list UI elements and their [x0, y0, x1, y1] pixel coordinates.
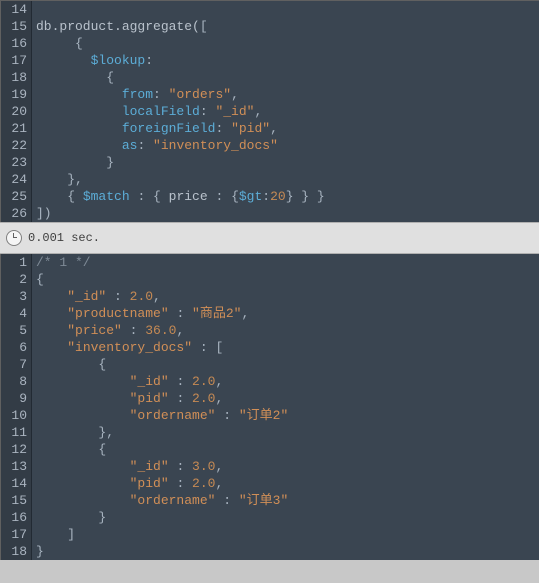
- line-number: 14: [5, 475, 27, 492]
- line-number: 18: [5, 69, 27, 86]
- clock-icon: [6, 230, 22, 246]
- code-line[interactable]: "price" : 36.0,: [36, 322, 539, 339]
- line-number: 14: [5, 1, 27, 18]
- code-line[interactable]: "_id" : 3.0,: [36, 458, 539, 475]
- code-line[interactable]: /* 1 */: [36, 254, 539, 271]
- line-number: 9: [5, 390, 27, 407]
- line-number: 20: [5, 103, 27, 120]
- code-line[interactable]: $lookup:: [36, 52, 539, 69]
- line-number: 13: [5, 458, 27, 475]
- line-gutter-upper: 14151617181920212223242526: [1, 1, 32, 222]
- code-line[interactable]: { $match : { price : {$gt:20} } }: [36, 188, 539, 205]
- code-line[interactable]: {: [36, 35, 539, 52]
- line-number: 17: [5, 526, 27, 543]
- line-number: 26: [5, 205, 27, 222]
- code-line[interactable]: "pid" : 2.0,: [36, 390, 539, 407]
- line-gutter-lower: 123456789101112131415161718: [1, 254, 32, 560]
- line-number: 12: [5, 441, 27, 458]
- code-line[interactable]: db.product.aggregate([: [36, 18, 539, 35]
- code-line[interactable]: "productname" : "商品2",: [36, 305, 539, 322]
- code-line[interactable]: ]: [36, 526, 539, 543]
- line-number: 8: [5, 373, 27, 390]
- code-line[interactable]: "_id" : 2.0,: [36, 373, 539, 390]
- code-line[interactable]: localField: "_id",: [36, 103, 539, 120]
- line-number: 4: [5, 305, 27, 322]
- line-number: 16: [5, 35, 27, 52]
- code-line[interactable]: {: [36, 69, 539, 86]
- line-number: 1: [5, 254, 27, 271]
- line-number: 25: [5, 188, 27, 205]
- line-number: 23: [5, 154, 27, 171]
- line-number: 5: [5, 322, 27, 339]
- line-number: 6: [5, 339, 27, 356]
- code-line[interactable]: "ordername" : "订单3": [36, 492, 539, 509]
- line-number: 24: [5, 171, 27, 188]
- code-lower[interactable]: /* 1 */{ "_id" : 2.0, "productname" : "商…: [32, 254, 539, 560]
- code-line[interactable]: "pid" : 2.0,: [36, 475, 539, 492]
- code-line[interactable]: {: [36, 356, 539, 373]
- code-line[interactable]: as: "inventory_docs": [36, 137, 539, 154]
- code-line[interactable]: from: "orders",: [36, 86, 539, 103]
- line-number: 22: [5, 137, 27, 154]
- code-line[interactable]: }: [36, 509, 539, 526]
- line-number: 19: [5, 86, 27, 103]
- code-upper[interactable]: db.product.aggregate([ { $lookup: { from…: [32, 1, 539, 222]
- result-viewer[interactable]: 123456789101112131415161718 /* 1 */{ "_i…: [0, 254, 539, 560]
- code-line[interactable]: foreignField: "pid",: [36, 120, 539, 137]
- code-line[interactable]: ]): [36, 205, 539, 222]
- code-line[interactable]: "_id" : 2.0,: [36, 288, 539, 305]
- query-editor[interactable]: 14151617181920212223242526 db.product.ag…: [0, 1, 539, 222]
- line-number: 17: [5, 52, 27, 69]
- line-number: 11: [5, 424, 27, 441]
- code-line[interactable]: }: [36, 154, 539, 171]
- line-number: 15: [5, 492, 27, 509]
- code-line[interactable]: }: [36, 543, 539, 560]
- execution-time-text: 0.001 sec.: [28, 231, 100, 245]
- code-line[interactable]: "ordername" : "订单2": [36, 407, 539, 424]
- code-line[interactable]: "inventory_docs" : [: [36, 339, 539, 356]
- status-bar: 0.001 sec.: [0, 222, 539, 254]
- line-number: 21: [5, 120, 27, 137]
- code-line[interactable]: },: [36, 424, 539, 441]
- line-number: 2: [5, 271, 27, 288]
- code-line[interactable]: {: [36, 271, 539, 288]
- code-line[interactable]: [36, 1, 539, 18]
- line-number: 7: [5, 356, 27, 373]
- line-number: 18: [5, 543, 27, 560]
- line-number: 3: [5, 288, 27, 305]
- line-number: 10: [5, 407, 27, 424]
- code-line[interactable]: },: [36, 171, 539, 188]
- code-line[interactable]: {: [36, 441, 539, 458]
- line-number: 15: [5, 18, 27, 35]
- line-number: 16: [5, 509, 27, 526]
